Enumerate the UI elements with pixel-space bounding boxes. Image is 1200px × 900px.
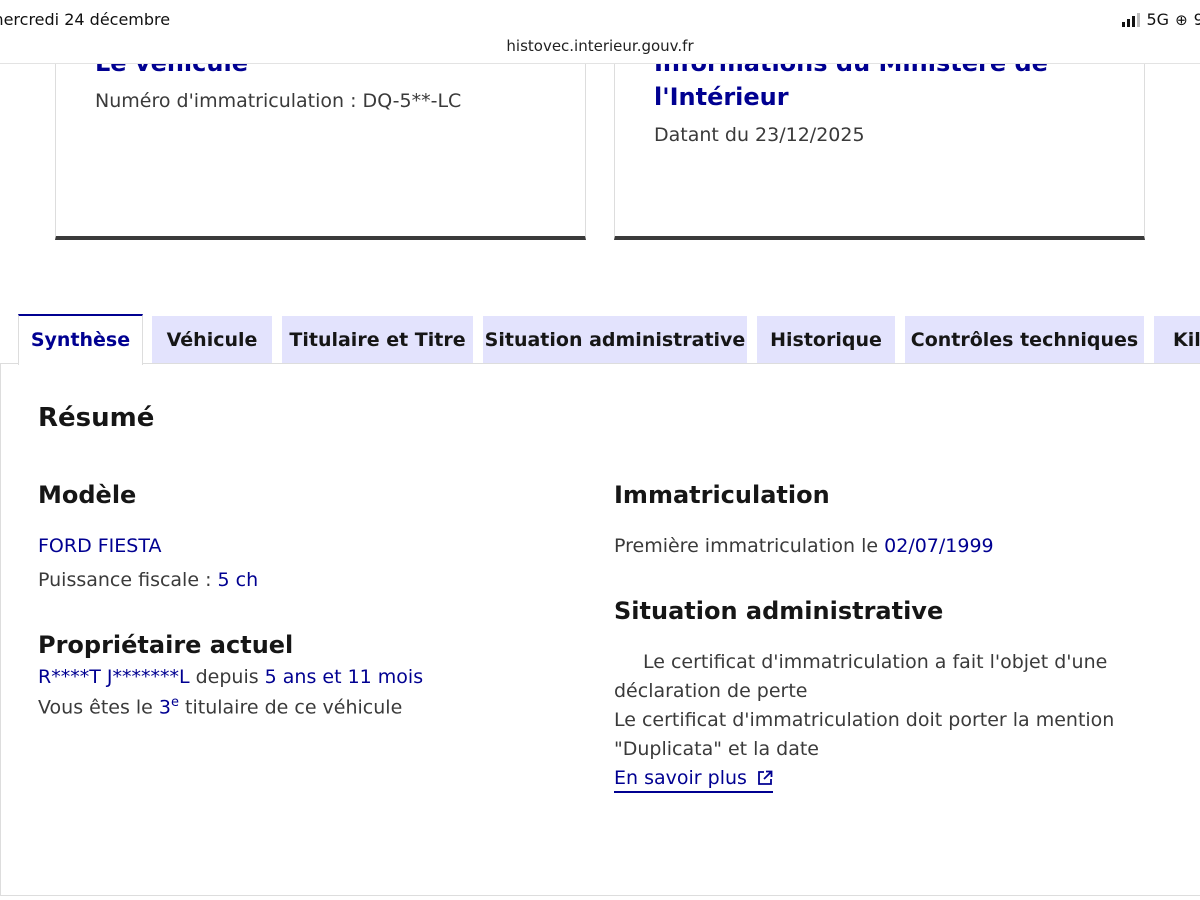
owner-rank-number: 3 [158, 696, 171, 719]
ministry-card-title-line1: Informations du Ministère de [654, 64, 1048, 80]
vehicle-card-title: Le véhicule [95, 64, 248, 80]
model-name: FORD FIESTA [38, 535, 162, 557]
external-link-icon [758, 770, 773, 785]
learn-more-link[interactable]: En savoir plus [614, 767, 773, 793]
fiscal-power-label: Puissance fiscale : [38, 569, 218, 591]
vehicle-card: Le véhicule Numéro d'immatriculation : D… [55, 64, 586, 240]
fiscal-power: Puissance fiscale : 5 ch [38, 569, 258, 591]
owner-rank-sup: e [171, 695, 179, 710]
status-date: mercredi 24 décembre [0, 10, 171, 29]
owner-rank: Vous êtes le 3e titulaire de ce véhicule [38, 695, 402, 718]
tab-bar: Synthèse Véhicule Titulaire et Titre Sit… [0, 314, 1200, 365]
owner-heading: Propriétaire actuel [38, 631, 294, 659]
admin-line-4: "Duplicata" et la date [614, 738, 819, 760]
owner-rank-suffix: titulaire de ce véhicule [179, 696, 403, 719]
ministry-data-date: Datant du 23/12/2025 [654, 124, 865, 146]
summary-title: Résumé [38, 403, 155, 433]
ministry-card-title-line2: l'Intérieur [654, 83, 789, 111]
tab-controles-techniques[interactable]: Contrôles techniques [905, 316, 1144, 364]
tab-situation-administrative[interactable]: Situation administrative [483, 316, 747, 364]
admin-line-2: déclaration de perte [614, 680, 808, 702]
tab-vehicule[interactable]: Véhicule [152, 316, 272, 364]
tab-synthese[interactable]: Synthèse [18, 314, 143, 365]
tab-kilometrage[interactable]: Kilométrage [1154, 316, 1200, 364]
owner-line: R****T J*******L depuis 5 ans et 11 mois [38, 666, 423, 688]
tab-titulaire-et-titre[interactable]: Titulaire et Titre [282, 316, 473, 364]
tab-historique[interactable]: Historique [757, 316, 895, 364]
address-bar-url[interactable]: histovec.interieur.gouv.fr [0, 37, 1200, 55]
status-bar: mercredi 24 décembre 5G ⊕ 98 [0, 0, 1200, 38]
orientation-lock-icon: ⊕ [1175, 10, 1188, 29]
model-heading: Modèle [38, 481, 137, 509]
status-indicators: 5G ⊕ 98 [1122, 10, 1200, 29]
battery-level: 98 [1193, 10, 1200, 29]
plate-number: Numéro d'immatriculation : DQ-5**-LC [95, 90, 462, 112]
registration-heading: Immatriculation [614, 481, 830, 509]
owner-since-label: depuis [189, 666, 265, 688]
owner-duration: 5 ans et 11 mois [264, 666, 424, 688]
admin-line-3: Le certificat d'immatriculation doit por… [614, 709, 1115, 731]
first-registration-date: 02/07/1999 [884, 535, 994, 557]
admin-situation-heading: Situation administrative [614, 597, 944, 625]
signal-icon [1122, 12, 1141, 27]
learn-more-label: En savoir plus [614, 767, 747, 789]
owner-name: R****T J*******L [38, 666, 190, 688]
first-registration-label: Première immatriculation le [614, 535, 885, 557]
network-type: 5G [1146, 10, 1170, 29]
owner-rank-prefix: Vous êtes le [38, 696, 159, 719]
admin-line-1: Le certificat d'immatriculation a fait l… [643, 651, 1108, 673]
first-registration: Première immatriculation le 02/07/1999 [614, 535, 994, 557]
fiscal-power-value: 5 ch [217, 569, 259, 591]
ministry-card: Informations du Ministère de l'Intérieur… [614, 64, 1145, 240]
panel-border [0, 363, 1, 896]
tab-panel-synthese [0, 363, 1200, 896]
